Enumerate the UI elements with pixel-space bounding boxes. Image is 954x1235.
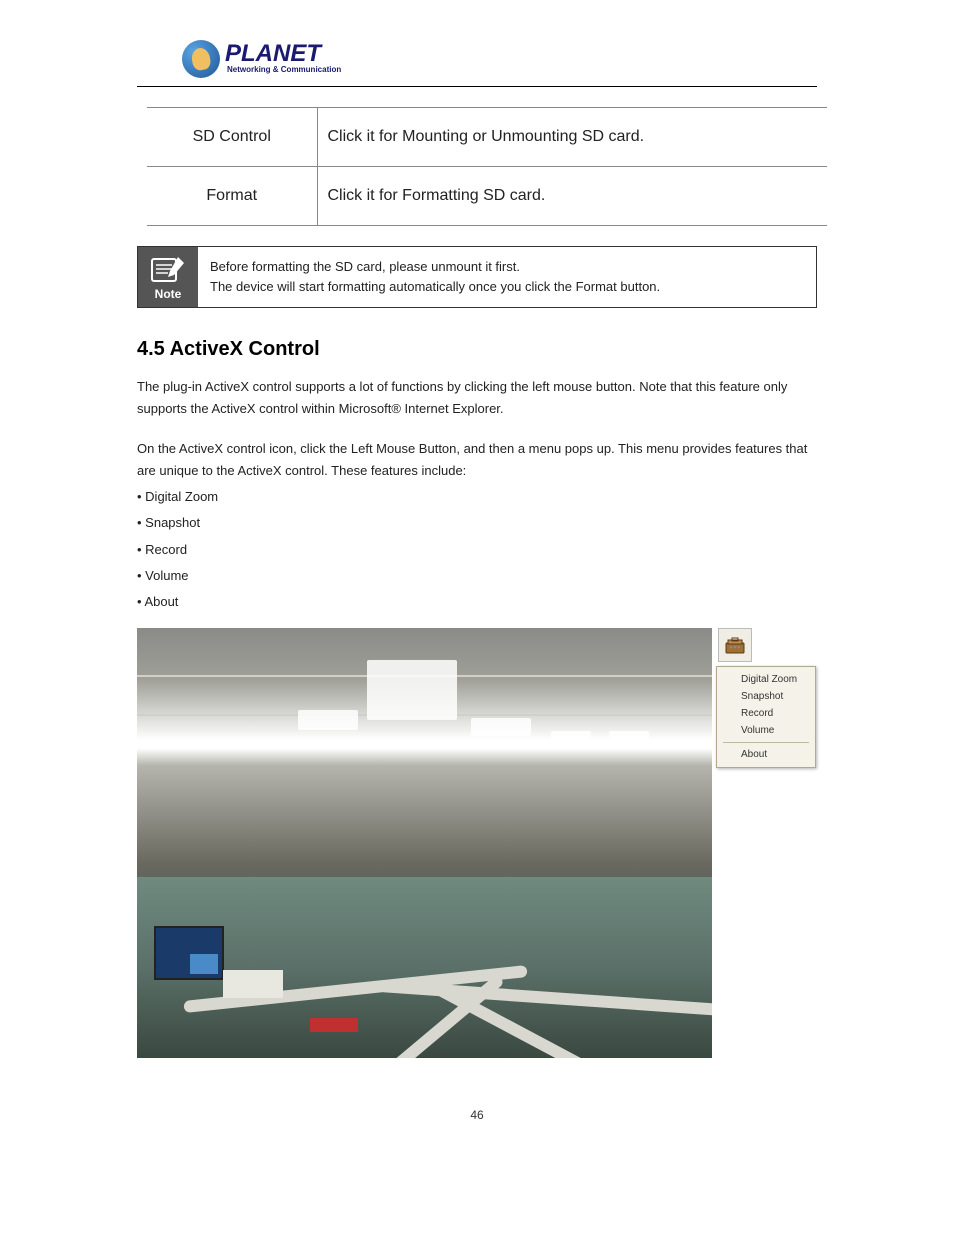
brand-tagline: Networking & Communication [227,65,341,74]
camera-live-view[interactable] [137,628,712,1058]
cell-desc: Click it for Formatting SD card. [317,167,827,226]
bullet-item: • About [137,591,817,613]
note-callout: Note Before formatting the SD card, plea… [137,246,817,308]
brand-logo: PLANET Networking & Communication [137,40,817,78]
bullet-item: • Snapshot [137,512,817,534]
brand-name: PLANET [225,44,341,64]
note-line-1: Before formatting the SD card, please un… [210,257,660,277]
note-text: Before formatting the SD card, please un… [198,247,672,307]
header-rule [137,86,817,87]
menu-item-about[interactable]: About [717,746,815,763]
document-page: PLANET Networking & Communication SD Con… [0,0,954,1182]
screenshot-row: Digital Zoom Snapshot Record Volume Abou… [137,628,817,1058]
paragraph-2: On the ActiveX control icon, click the L… [137,438,817,482]
note-icon-cell: Note [138,247,198,307]
paragraph-1: The plug-in ActiveX control supports a l… [137,376,817,420]
spec-table: SD Control Click it for Mounting or Unmo… [147,107,827,226]
bullet-item: • Digital Zoom [137,486,817,508]
menu-item-record[interactable]: Record [717,705,815,722]
note-label: Note [155,287,182,301]
bullet-item: • Volume [137,565,817,587]
activex-control-icon[interactable] [718,628,752,662]
context-menu: Digital Zoom Snapshot Record Volume Abou… [716,666,816,768]
context-panel: Digital Zoom Snapshot Record Volume Abou… [716,628,816,768]
menu-item-digital-zoom[interactable]: Digital Zoom [717,671,815,688]
note-line-2: The device will start formatting automat… [210,277,660,297]
cell-label: SD Control [147,108,317,167]
menu-separator [723,742,809,743]
menu-item-snapshot[interactable]: Snapshot [717,688,815,705]
cell-label: Format [147,167,317,226]
table-row: Format Click it for Formatting SD card. [147,167,827,226]
page-number: 46 [137,1108,817,1122]
table-row: SD Control Click it for Mounting or Unmo… [147,108,827,167]
toolbox-icon [723,633,747,657]
cell-desc: Click it for Mounting or Unmounting SD c… [317,108,827,167]
note-icon [148,253,188,285]
section-heading: 4.5 ActiveX Control [137,338,817,361]
planet-globe-icon [182,40,220,78]
bullet-item: • Record [137,539,817,561]
menu-item-volume[interactable]: Volume [717,722,815,739]
